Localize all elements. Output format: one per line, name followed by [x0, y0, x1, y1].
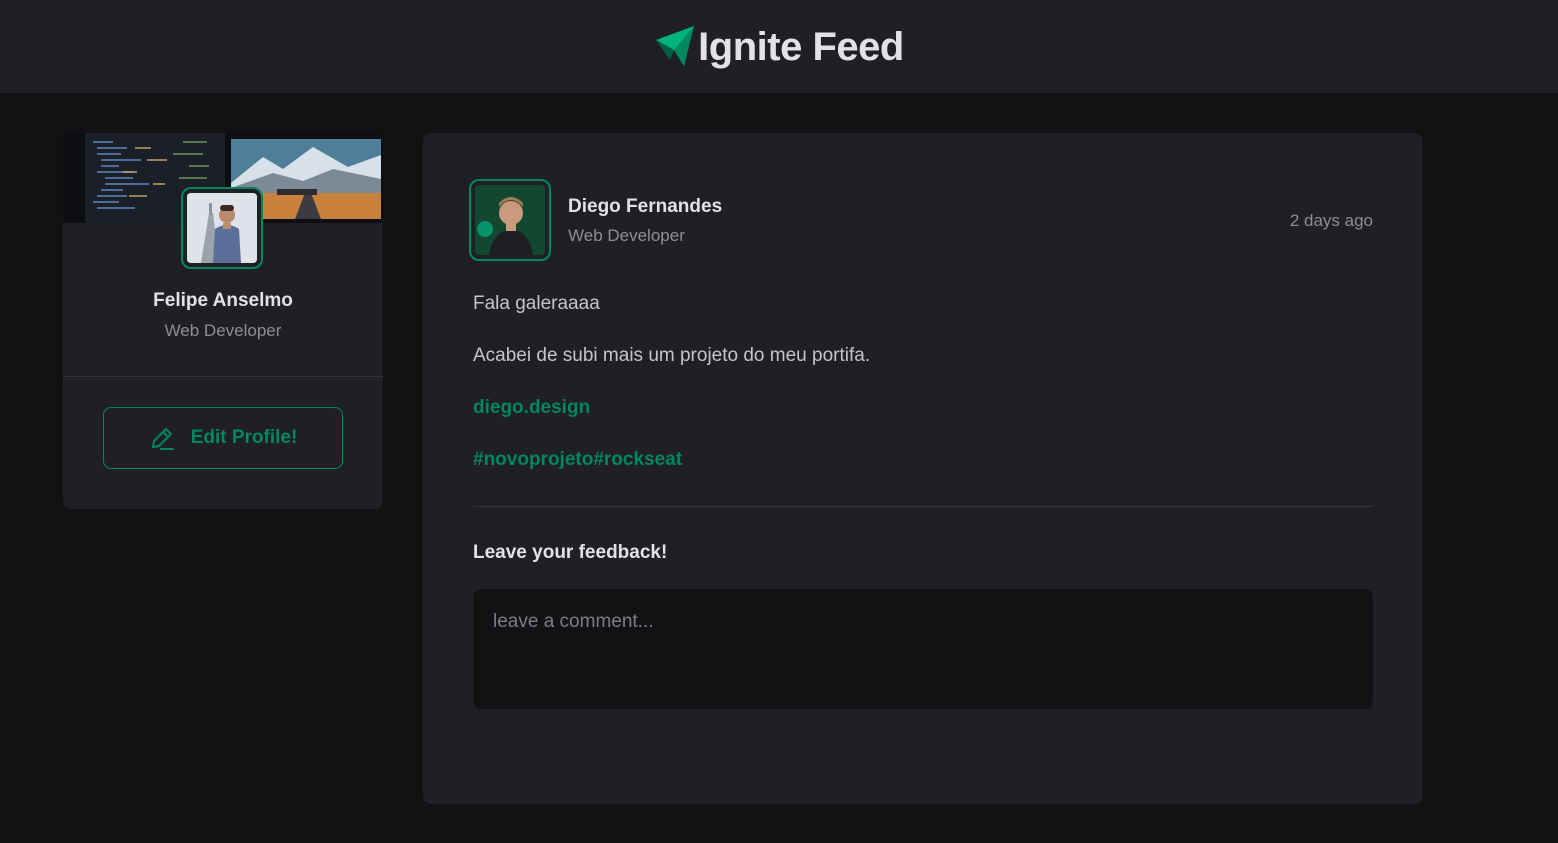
author-role: Web Developer: [568, 226, 685, 245]
post-paragraph: Acabei de subi mais um projeto do meu po…: [473, 345, 871, 366]
post-divider: [473, 506, 1373, 507]
paper-plane-logo-icon: [656, 25, 695, 66]
comment-input[interactable]: [473, 589, 1373, 709]
post-link[interactable]: diego.design: [473, 396, 1373, 420]
edit-profile-button[interactable]: Edit Profile!: [103, 407, 343, 469]
edit-profile-label: Edit Profile!: [190, 427, 298, 448]
profile-role: Web Developer: [164, 321, 282, 340]
profile-name: Felipe Anselmo: [153, 290, 293, 311]
sidebar-divider: [63, 376, 383, 377]
pencil-icon: [151, 428, 174, 450]
post-timestamp: 2 days ago: [1289, 211, 1373, 230]
brand[interactable]: Ignite Feed: [654, 24, 904, 69]
post-content: Fala galeraaaa Acabei de subi mais um pr…: [473, 292, 1373, 500]
profile-sidebar: Felipe Anselmo Web Developer Edit Profil…: [63, 133, 383, 509]
post-hashtags[interactable]: #novoprojeto#rockseat: [473, 448, 1373, 472]
app-header: Ignite Feed: [0, 0, 1558, 93]
post-paragraph: Fala galeraaaa: [473, 293, 600, 314]
author-name: Diego Fernandes: [568, 196, 723, 217]
feedback-title: Leave your feedback!: [473, 542, 668, 563]
post-card: Diego Fernandes Web Developer 2 days ago…: [423, 133, 1423, 804]
profile-avatar[interactable]: [181, 187, 263, 269]
author-avatar[interactable]: [469, 179, 551, 261]
app-title: Ignite Feed: [698, 24, 904, 69]
